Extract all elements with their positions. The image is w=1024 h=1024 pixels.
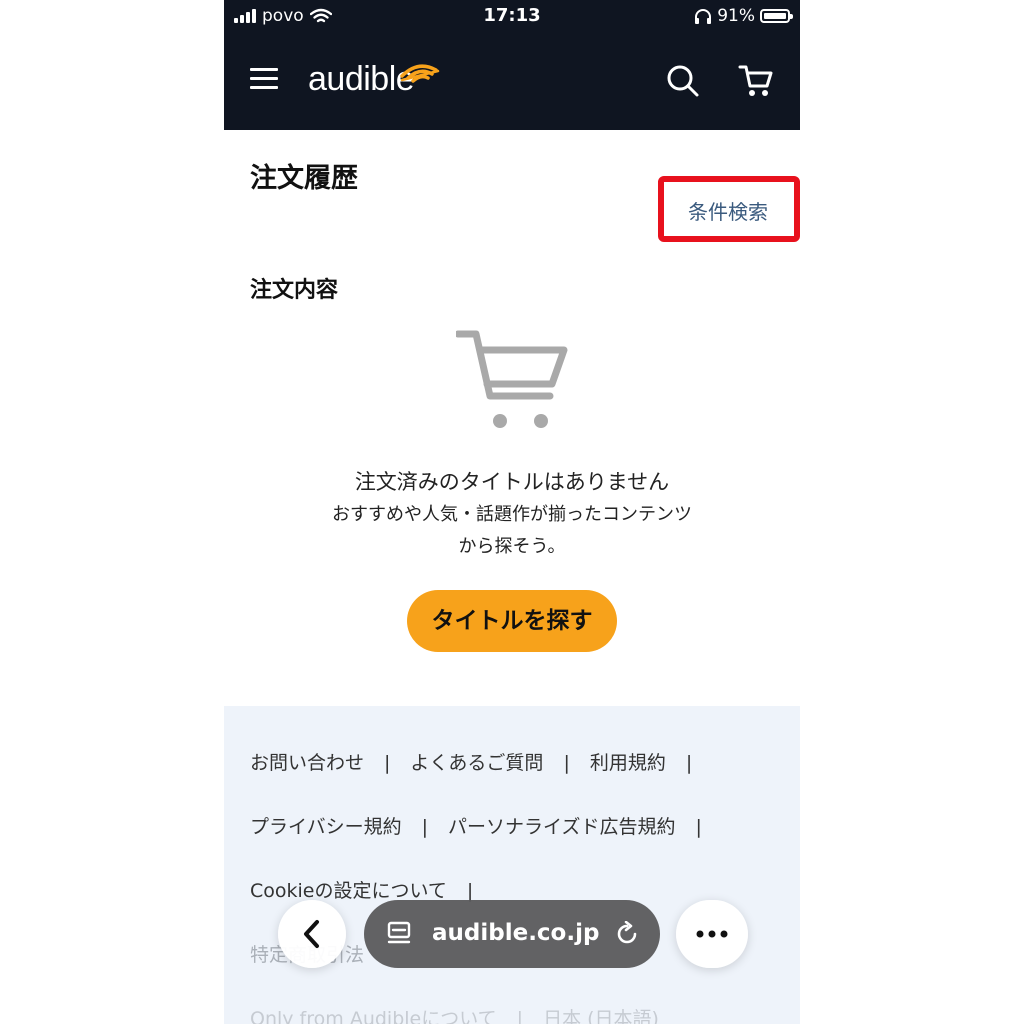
footer-row: Cookieの設定について | [250, 876, 493, 903]
empty-state-title: 注文済みのタイトルはありません [354, 470, 670, 494]
more-icon [696, 930, 728, 938]
footer-link-faq[interactable]: よくあるご質問 [410, 752, 543, 774]
footer-row: お問い合わせ | よくあるご質問 | 利用規約 | [250, 748, 712, 775]
page-menu-icon[interactable] [386, 920, 414, 948]
audible-logo[interactable]: audible [308, 60, 415, 99]
url-text: audible.co.jp [432, 920, 600, 946]
battery-percent: 91% [717, 6, 755, 26]
empty-state-subtitle-2: から探そう。 [458, 536, 566, 557]
battery-icon [760, 9, 793, 23]
footer-row: プライバシー規約 | パーソナライズド広告規約 | [250, 812, 722, 839]
chevron-left-icon [304, 920, 319, 948]
status-right: 91% [694, 6, 793, 26]
footer-link-personalized-ads[interactable]: パーソナライズド広告規約 [448, 816, 675, 838]
find-titles-button[interactable]: タイトルを探す [407, 590, 617, 652]
separator: | [685, 752, 693, 774]
status-bar: povo 17:13 91% [224, 0, 800, 32]
separator: | [695, 816, 702, 838]
browser-back-button[interactable] [278, 900, 346, 968]
browser-url-bar[interactable]: audible.co.jp [364, 900, 660, 968]
footer: お問い合わせ | よくあるご質問 | 利用規約 | プライバシー規約 | パーソナライズド広告… [224, 706, 800, 1024]
footer-link-privacy[interactable]: プライバシー規約 [250, 816, 402, 838]
footer-link-only-from-audible[interactable]: Only from Audibleについて [250, 1008, 497, 1024]
empty-cart-icon [456, 330, 568, 428]
headphones-icon [695, 9, 712, 24]
audible-waves-icon [400, 64, 440, 83]
empty-state-subtitle-1: おすすめや人気・話題作が揃ったコンテンツ [332, 504, 692, 525]
hamburger-icon [250, 68, 278, 71]
section-title: 注文内容 [250, 278, 339, 303]
menu-button[interactable] [250, 68, 282, 94]
footer-link-cookie[interactable]: Cookieの設定について [250, 880, 447, 902]
phone-screen: povo 17:13 91% audible 注文履歴 条件検索 注文内容 注文… [224, 0, 800, 1024]
footer-link-language[interactable]: 日本 (日本語) [543, 1008, 659, 1024]
search-icon[interactable] [666, 64, 700, 98]
reload-icon[interactable] [614, 921, 640, 947]
browser-more-button[interactable] [676, 900, 748, 968]
separator: | [563, 752, 570, 774]
separator: | [384, 752, 391, 774]
filter-search-link[interactable]: 条件検索 [688, 196, 768, 225]
separator: | [421, 816, 429, 838]
footer-row: Only from Audibleについて | 日本 (日本語) [250, 1004, 659, 1024]
separator: | [466, 880, 474, 902]
site-header: audible [224, 32, 800, 130]
cart-icon[interactable] [738, 64, 774, 98]
page-title: 注文履歴 [250, 163, 358, 194]
footer-link-terms[interactable]: 利用規約 [590, 752, 666, 774]
footer-link-contact[interactable]: お問い合わせ [250, 752, 364, 774]
separator: | [516, 1008, 524, 1024]
